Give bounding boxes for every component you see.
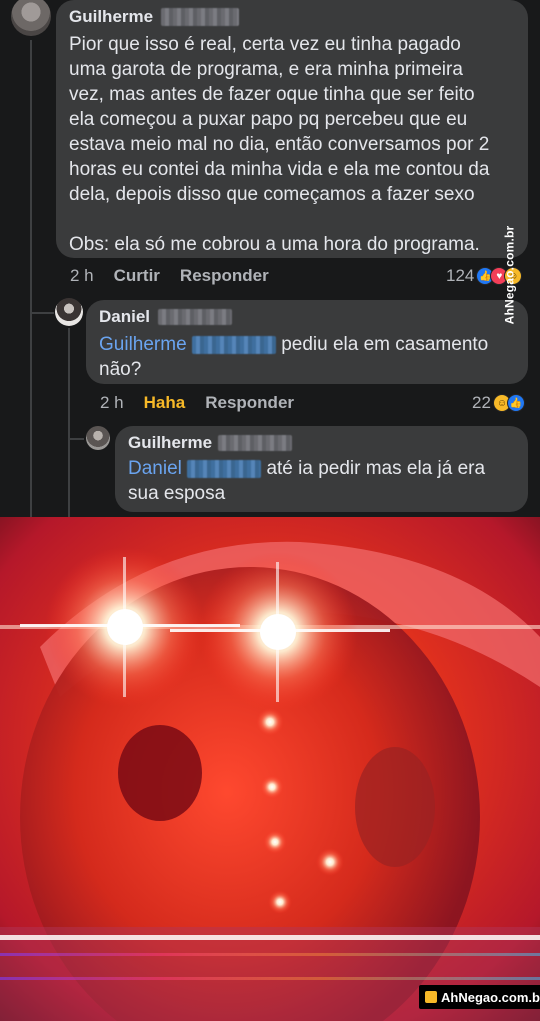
reaction-count: 124 (446, 266, 475, 285)
meme-image-svg (0, 517, 540, 1021)
reply-avatar[interactable] (55, 298, 83, 326)
thread-line-sub (68, 328, 70, 517)
side-watermark: AhNegao.com.br (497, 220, 521, 330)
reply-bubble: Guilherme Daniel até ia pedir mas ela já… (115, 426, 528, 512)
comment-text: Pior que isso é real, certa vez eu tinha… (69, 32, 516, 257)
thread-line-branch-2 (70, 438, 84, 440)
comment-footnote: Obs: ela só me cobrou a uma hora do prog… (69, 234, 480, 255)
thread-line-branch-1 (32, 312, 54, 314)
ahnegao-logo-icon (425, 991, 437, 1003)
like-button[interactable]: Curtir (114, 266, 160, 286)
reply-avatar[interactable] (86, 426, 110, 450)
meme-glowing-eyes-image: AhNegao.com.br (0, 517, 540, 1021)
side-watermark-text: AhNegao.com.br (502, 225, 516, 325)
reply-reactions[interactable]: 22 ☺ 👍 (472, 393, 525, 413)
comment-line: vez, mas antes de fazer oque tinha que s… (69, 84, 475, 105)
comment-author[interactable]: Guilherme (69, 7, 153, 27)
mention-link[interactable]: Guilherme (99, 334, 187, 355)
reply-line: até ia pedir mas ela já era (266, 458, 486, 479)
like-reaction-icon: 👍 (506, 394, 525, 412)
reply-text: Daniel até ia pedir mas ela já era sua e… (128, 456, 516, 506)
redacted-mention-surname (191, 335, 276, 354)
redacted-mention-surname (187, 459, 262, 478)
redacted-surname (161, 8, 240, 26)
reply-button[interactable]: Responder (205, 393, 294, 413)
reply-time[interactable]: 2 h (100, 393, 124, 413)
bottom-watermark: AhNegao.com.br (419, 985, 540, 1009)
bottom-watermark-text: AhNegao.com.br (441, 989, 540, 1005)
reply-button[interactable]: Responder (180, 266, 269, 286)
comment-thread: Guilherme Pior que isso é real, certa ve… (0, 0, 540, 517)
commenter-avatar[interactable] (11, 0, 51, 36)
redacted-surname (218, 435, 293, 451)
comment-line: estava meio mal no dia, então conversamo… (69, 134, 490, 155)
reply-line: pediu ela em casamento (281, 334, 489, 355)
comment-line: ela começou a puxar papo pq percebeu que… (69, 109, 468, 130)
reply-line: não? (99, 359, 142, 380)
comment-time[interactable]: 2 h (70, 266, 94, 286)
haha-button[interactable]: Haha (144, 393, 186, 413)
reply-line: sua esposa (128, 483, 226, 504)
reply-author[interactable]: Guilherme (128, 433, 212, 453)
comment-bubble: Guilherme Pior que isso é real, certa ve… (56, 0, 528, 258)
reply-text: Guilherme pediu ela em casamento não? (99, 332, 516, 382)
mention-link[interactable]: Daniel (128, 458, 182, 479)
comment-line: dela, depois disso que começamos a fazer… (69, 184, 475, 205)
reply-actions: 2 h Haha Responder (100, 393, 294, 413)
comment-actions: 2 h Curtir Responder (70, 266, 269, 286)
reply-author[interactable]: Daniel (99, 307, 150, 327)
comment-line: Pior que isso é real, certa vez eu tinha… (69, 34, 461, 55)
redacted-surname (158, 309, 233, 325)
reaction-count: 22 (472, 393, 491, 412)
comment-line: uma garota de programa, e era minha prim… (69, 59, 463, 80)
comment-line: horas eu contei da minha vida e ela me c… (69, 159, 490, 180)
thread-line-main (30, 40, 32, 517)
reply-bubble: Daniel Guilherme pediu ela em casamento … (86, 300, 528, 384)
